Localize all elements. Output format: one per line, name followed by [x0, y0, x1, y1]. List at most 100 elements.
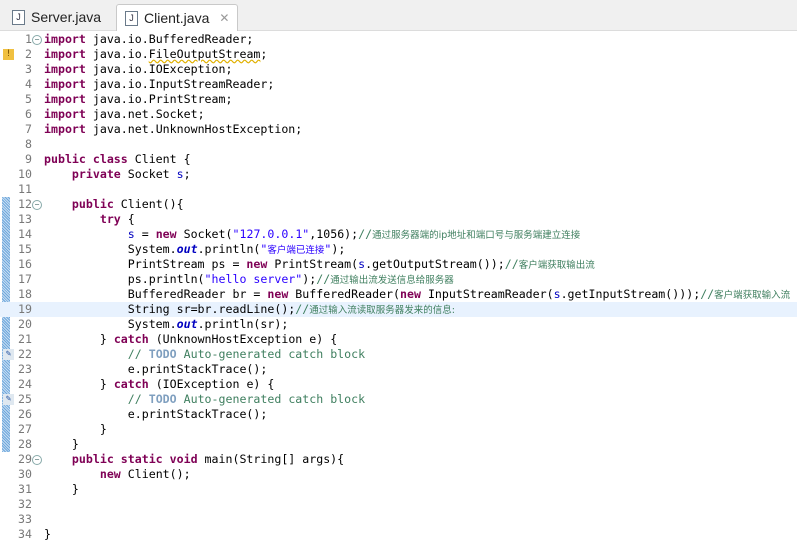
code-text: s = new Socket("127.0.0.1",1056);//通过服务器… [44, 227, 581, 243]
task-icon[interactable]: ✎ [3, 394, 14, 405]
line-number: 3 [25, 62, 32, 76]
token: Client(){ [113, 197, 184, 211]
token: public class [44, 152, 128, 166]
token: .getOutputStream()); [365, 257, 505, 271]
code-editor[interactable]: 1− import java.io.BufferedReader; 2! import… [0, 31, 797, 546]
code-line[interactable]: 7 import java.net.UnknownHostException; [0, 122, 797, 137]
code-line[interactable]: 14 s = new Socket("127.0.0.1",1056);//通过… [0, 227, 797, 242]
token: ); [302, 272, 317, 286]
code-text: // TODO Auto-generated catch block [44, 392, 365, 407]
code-text: private Socket s; [44, 167, 191, 182]
code-line[interactable]: 12− public Client(){ [0, 197, 797, 212]
java-file-icon: J [12, 9, 25, 25]
code-text: } catch (UnknownHostException e) { [44, 332, 337, 347]
code-line[interactable]: 26 e.printStackTrace(); [0, 407, 797, 422]
token: main(String[] args){ [197, 452, 345, 466]
code-line[interactable]: 11 [0, 182, 797, 197]
warning-icon[interactable]: ! [3, 49, 14, 60]
token: = [134, 227, 156, 241]
fold-toggle-icon[interactable]: − [32, 455, 42, 465]
token: "hello server" [204, 272, 303, 286]
code-line[interactable]: 15 System.out.println("客户端已连接"); [0, 242, 797, 257]
token: new [267, 287, 289, 301]
tab-client-java[interactable]: J Client.java ✕ [116, 4, 239, 31]
line-number: 12 [18, 197, 32, 211]
code-line[interactable]: 34} [0, 527, 797, 542]
code-line[interactable]: 8 [0, 137, 797, 152]
token: (IOException e) { [148, 377, 275, 391]
fold-toggle-icon[interactable]: − [32, 200, 42, 210]
token: java.net.Socket; [85, 107, 205, 121]
code-line[interactable]: 25 ✎ // TODO Auto-generated catch block [0, 392, 797, 407]
code-line[interactable]: 18 BufferedReader br = new BufferedReade… [0, 287, 797, 302]
token: } [44, 437, 79, 451]
code-line[interactable]: 27 } [0, 422, 797, 437]
code-text: import java.io.BufferedReader; [44, 32, 253, 47]
token: } [44, 332, 114, 346]
close-tab-icon[interactable]: ✕ [219, 11, 229, 25]
code-line[interactable]: 2! import java.io.FileOutputStream; [0, 47, 797, 62]
code-text: PrintStream ps = new PrintStream(s.getOu… [44, 257, 595, 273]
token: TODO [148, 347, 177, 361]
line-number: 21 [18, 332, 32, 346]
code-line[interactable]: 23 e.printStackTrace(); [0, 362, 797, 377]
code-text: } catch (IOException e) { [44, 377, 275, 392]
code-line[interactable]: 32 [0, 497, 797, 512]
code-line[interactable]: 1− import java.io.BufferedReader; [0, 32, 797, 47]
token: Client { [127, 152, 191, 166]
fold-toggle-icon[interactable]: − [32, 35, 42, 45]
line-number: 28 [18, 437, 32, 451]
token: // [358, 227, 373, 241]
code-text: System.out.println("客户端已连接"); [44, 242, 346, 258]
code-line[interactable]: 16 PrintStream ps = new PrintStream(s.ge… [0, 257, 797, 272]
code-line[interactable]: 3 import java.io.IOException; [0, 62, 797, 77]
code-text: e.printStackTrace(); [44, 362, 268, 377]
code-line[interactable]: 31 } [0, 482, 797, 497]
code-text: import java.net.Socket; [44, 107, 205, 122]
token: } [44, 527, 51, 541]
tab-server-java[interactable]: J Server.java [4, 4, 109, 30]
line-number: 27 [18, 422, 32, 436]
line-number: 26 [18, 407, 32, 421]
code-line[interactable]: 6 import java.net.Socket; [0, 107, 797, 122]
editor-tabs: J Server.java J Client.java ✕ [0, 0, 797, 31]
line-number: 6 [25, 107, 32, 121]
code-line[interactable]: 10 private Socket s; [0, 167, 797, 182]
code-text: import java.io.InputStreamReader; [44, 77, 274, 92]
code-text: try { [44, 212, 135, 227]
code-line[interactable]: 17 ps.println("hello server");//通过输出流发送信… [0, 272, 797, 287]
token: PrintStream( [267, 257, 359, 271]
code-line[interactable]: 13 try { [0, 212, 797, 227]
token: Socket( [176, 227, 233, 241]
token: java.io. [85, 47, 149, 61]
token: s [127, 227, 135, 241]
code-line[interactable]: 9 public class Client { [0, 152, 797, 167]
code-line[interactable]: 5 import java.io.PrintStream; [0, 92, 797, 107]
code-line[interactable]: 29− public static void main(String[] arg… [0, 452, 797, 467]
code-text: String sr=br.readLine();//通过输入流读取服务器发来的信… [44, 302, 455, 318]
code-line[interactable]: 21 } catch (UnknownHostException e) { [0, 332, 797, 347]
code-line[interactable]: 24 } catch (IOException e) { [0, 377, 797, 392]
code-line[interactable]: 4 import java.io.InputStreamReader; [0, 77, 797, 92]
code-line[interactable]: 28 } [0, 437, 797, 452]
line-number: 23 [18, 362, 32, 376]
code-line[interactable]: 33 [0, 512, 797, 527]
token: java.io.IOException; [85, 62, 233, 76]
line-number: 24 [18, 377, 32, 391]
token: out [176, 242, 198, 256]
code-line[interactable]: 20 System.out.println(sr); [0, 317, 797, 332]
code-line[interactable]: 30 new Client(); [0, 467, 797, 482]
task-icon[interactable]: ✎ [3, 349, 14, 360]
token: PrintStream ps = [44, 257, 247, 271]
token: Auto-generated catch block [176, 347, 366, 361]
line-number: 29 [18, 452, 32, 466]
line-number: 19 [18, 302, 32, 316]
line-number: 5 [25, 92, 32, 106]
code-line[interactable]: 22 ✎ // TODO Auto-generated catch block [0, 347, 797, 362]
line-number: 16 [18, 257, 32, 271]
token: .println(sr); [197, 317, 289, 331]
code-line[interactable]: 19 String sr=br.readLine();//通过输入流读取服务器发… [0, 302, 797, 317]
token: String sr=br.readLine(); [44, 302, 296, 316]
